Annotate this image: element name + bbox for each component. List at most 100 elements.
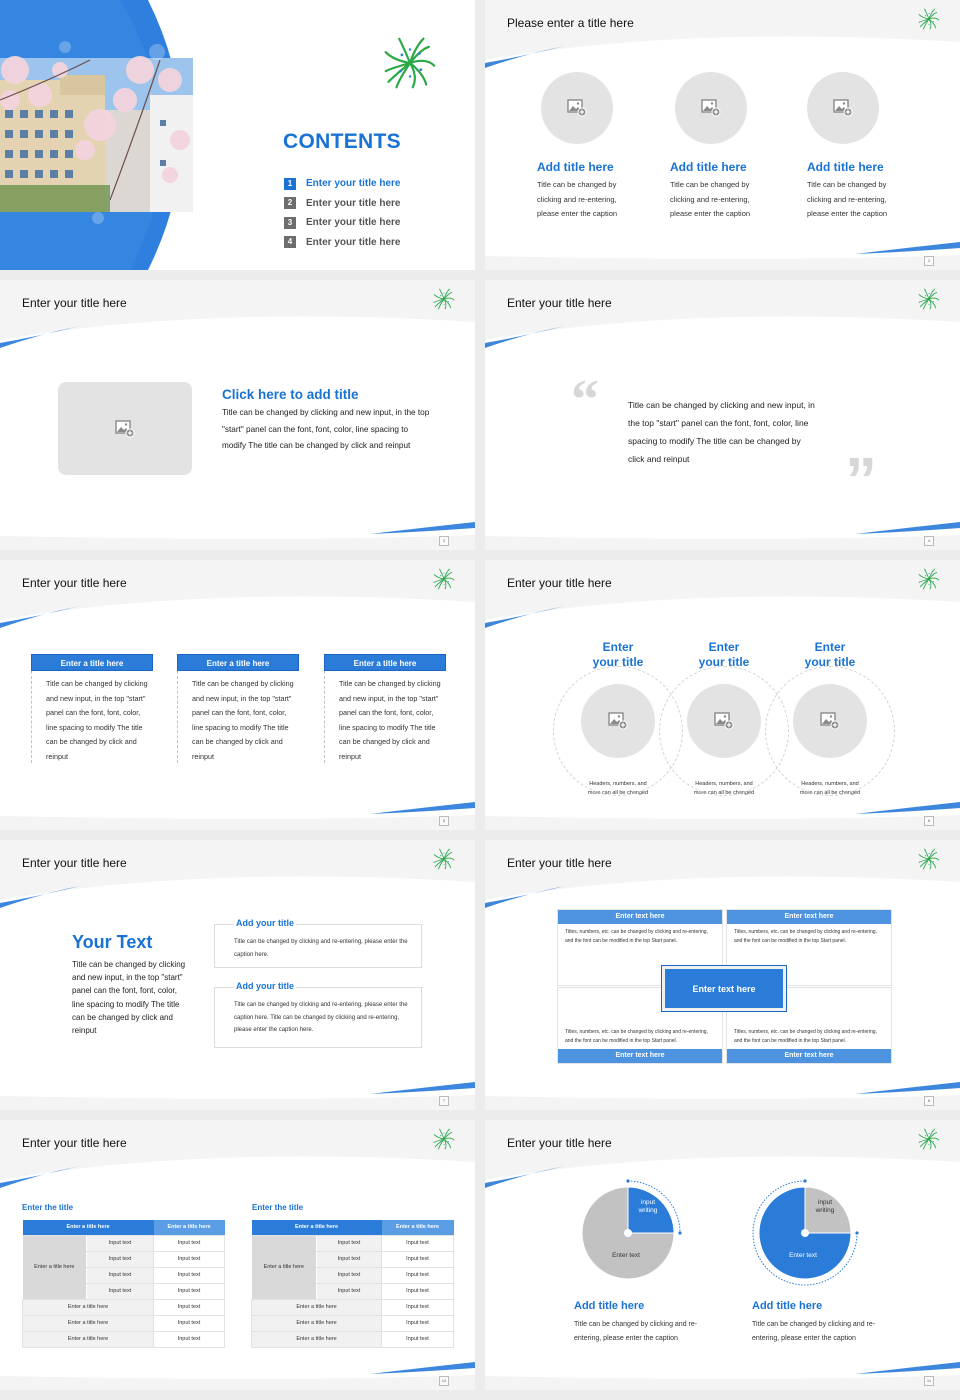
slide-5[interactable]: Enter your title here 5 Enter a title he… — [0, 560, 475, 830]
quadrant-header[interactable]: Enter text here — [727, 910, 891, 924]
slide-title: Enter your title here — [507, 296, 612, 310]
quadrant-header[interactable]: Enter text here — [558, 1049, 722, 1063]
toc-label: Enter your title here — [306, 217, 401, 229]
table-cell[interactable]: Input text — [153, 1331, 225, 1348]
toc-item[interactable]: 2 Enter your title here — [284, 194, 400, 214]
toc-item[interactable]: 4 Enter your title here — [284, 233, 400, 253]
image-placeholder[interactable] — [581, 684, 655, 758]
table-cell[interactable]: Input text — [381, 1235, 454, 1252]
row-label: Enter a title here — [22, 1299, 154, 1316]
pie-caption: Title can be changed by clicking and re-… — [574, 1321, 698, 1342]
image-placeholder[interactable] — [687, 684, 761, 758]
page-number: 4 — [924, 536, 934, 546]
column-header[interactable]: Enter a title here — [177, 654, 299, 671]
pie-chart: inputwriting Enter text — [581, 1179, 682, 1280]
table-cell[interactable]: Input text — [381, 1315, 454, 1332]
photo-arc-frame — [0, 0, 193, 270]
image-placeholder[interactable] — [541, 72, 613, 144]
column-text: Title can be changed by clicking and new… — [324, 671, 446, 763]
content-heading: Click here to add title — [222, 387, 359, 402]
table-cell[interactable]: Input text — [153, 1299, 225, 1316]
row-label: Enter a title here — [251, 1299, 382, 1316]
column-header[interactable]: Enter a title here — [324, 654, 446, 671]
toc-item[interactable]: 1 Enter your title here — [284, 174, 400, 194]
image-placeholder[interactable] — [793, 684, 867, 758]
image-add-icon — [567, 99, 587, 117]
toc-item[interactable]: 3 Enter your title here — [284, 213, 400, 233]
slide-title: Enter your title here — [22, 856, 127, 870]
column-header[interactable]: Enter a title here — [31, 654, 153, 671]
slice-label-main: Enter text — [789, 1252, 817, 1259]
table-cell[interactable]: Input text — [86, 1283, 154, 1300]
table-row: Enter a title here Input text — [22, 1315, 225, 1332]
image-add-icon — [701, 99, 721, 117]
quadrant-text: Titles, numbers, etc. can be changed by … — [734, 1029, 877, 1044]
slide-4[interactable]: Enter your title here 4 “ Title can be c… — [485, 280, 960, 550]
slide-8[interactable]: Enter your title here 8 Enter text here … — [485, 840, 960, 1110]
table-cell[interactable]: Input text — [316, 1235, 382, 1252]
table-cell[interactable]: Input text — [316, 1267, 382, 1284]
table-cell[interactable]: Input text — [381, 1251, 454, 1268]
slide-title: Enter your title here — [507, 576, 612, 590]
page-number: 5 — [439, 816, 449, 826]
image-add-icon — [833, 99, 853, 117]
column-text: Title can be changed by clicking and new… — [177, 671, 299, 763]
table-row: Enter a title here Input text — [22, 1331, 225, 1348]
feature-item: Add title here Title can be changed by c… — [670, 72, 810, 222]
table-cell[interactable]: Input text — [316, 1251, 382, 1268]
table-cell[interactable]: Input text — [86, 1235, 154, 1252]
table-cell[interactable]: Input text — [153, 1315, 225, 1332]
image-placeholder[interactable] — [675, 72, 747, 144]
table-cell[interactable]: Input text — [86, 1267, 154, 1284]
pie-center-dot — [624, 1229, 632, 1237]
circle-item: Enter your title Headers, numbers, and mo… — [765, 640, 895, 798]
table-cell[interactable]: Input text — [86, 1251, 154, 1268]
table-cell[interactable]: Input text — [316, 1283, 382, 1300]
image-add-icon — [714, 712, 734, 730]
slide-1-contents[interactable]: CONTENTS 1 Enter your title here 2 Enter y… — [0, 0, 475, 270]
box-text: Title can be changed by clicking and re-… — [234, 939, 408, 958]
center-box[interactable]: Enter text here — [661, 965, 787, 1012]
slide-9[interactable]: Enter your title here 10 Enter the title… — [0, 1120, 475, 1390]
box-text: Title can be changed by clicking and re-… — [234, 1002, 408, 1033]
table-cell[interactable]: Input text — [153, 1267, 225, 1284]
row-label: Enter a title here — [251, 1315, 382, 1332]
pie-chart: inputwriting Enter text — [752, 1179, 859, 1286]
table-row: Enter a title here Input text Input text — [22, 1235, 225, 1300]
logo-icon — [918, 8, 940, 30]
image-placeholder[interactable] — [807, 72, 879, 144]
toc-number: 2 — [284, 197, 296, 210]
table-cell[interactable]: Input text — [381, 1267, 454, 1284]
table-cell[interactable]: Input text — [381, 1299, 454, 1316]
slide-title: Please enter a title here — [507, 16, 634, 30]
pie-caption: Title can be changed by clicking and re-… — [752, 1321, 876, 1342]
slide-2[interactable]: Please enter a title here 2 Add title he… — [485, 0, 960, 270]
quote-text: Title can be changed by clicking and new… — [628, 400, 815, 464]
quadrant-header[interactable]: Enter text here — [727, 1049, 891, 1063]
campus-photo — [0, 56, 193, 212]
table-cell[interactable]: Input text — [153, 1235, 225, 1252]
table-cell[interactable]: Input text — [381, 1331, 454, 1348]
slide-7[interactable]: Enter your title here 7 Your Text Title … — [0, 840, 475, 1110]
table-cell[interactable]: Input text — [381, 1283, 454, 1300]
table-header: Enter a title here — [251, 1220, 382, 1236]
table-cell[interactable]: Input text — [153, 1251, 225, 1268]
logo-icon — [918, 848, 940, 870]
slide-3[interactable]: Enter your title here 3 Click here to ad… — [0, 280, 475, 550]
feature-caption: Title can be changed by clicking and re-… — [670, 180, 751, 218]
column-text: Title can be changed by clicking and new… — [31, 671, 153, 763]
toc-label: Enter your title here — [306, 178, 401, 190]
slide-6[interactable]: Enter your title here 6 Enter your title … — [485, 560, 960, 830]
image-add-icon — [608, 712, 628, 730]
toc-label: Enter your title here — [306, 197, 401, 209]
feature-caption: Title can be changed by clicking and re-… — [537, 180, 618, 218]
slice-label-input: writing — [638, 1207, 658, 1214]
feature-title: Add title here — [807, 160, 884, 174]
pie-center-dot — [801, 1229, 809, 1237]
image-placeholder[interactable] — [58, 382, 192, 475]
box-title: Add your title — [234, 918, 296, 928]
table-cell[interactable]: Input text — [153, 1283, 225, 1300]
slide-10[interactable]: Enter your title here 11 input writing Ent… — [485, 1120, 960, 1390]
quadrant-header[interactable]: Enter text here — [558, 910, 722, 924]
page-number: 6 — [924, 816, 934, 826]
